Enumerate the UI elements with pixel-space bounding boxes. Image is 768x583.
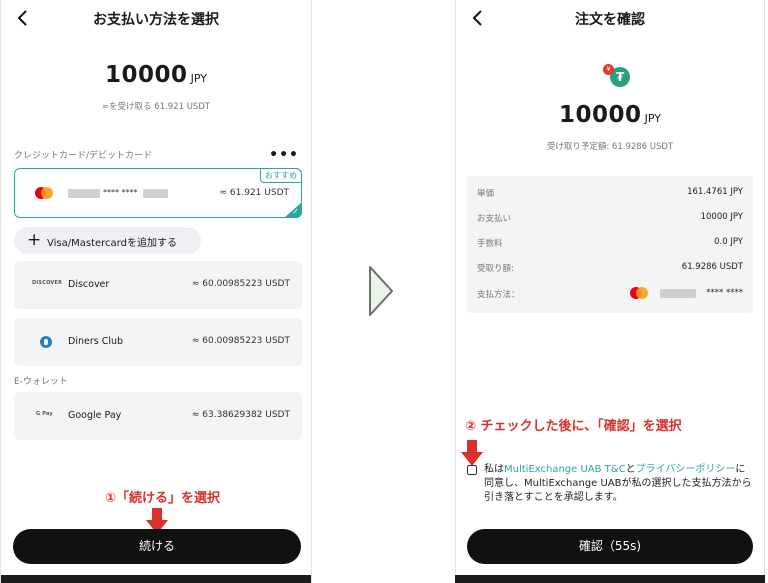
card-number-masked: **** ****: [103, 188, 138, 197]
selected-card-option[interactable]: おすすめ **** **** ≈ 61.921 USDT ✓: [14, 168, 302, 218]
plus-icon: +: [27, 230, 42, 250]
tether-coin-icon: ₮ ¥: [603, 63, 630, 89]
payment-option-estimate: ≈ 63.38629382 USDT: [191, 410, 290, 420]
card-estimate: ≈ 61.921 USDT: [219, 188, 289, 198]
payment-option-name: Discover: [68, 279, 110, 290]
header: お支払い方法を選択: [1, 6, 311, 32]
ewallet-section-label: E-ウォレット: [14, 377, 68, 387]
amount-display: 10000 JPY: [1, 62, 311, 88]
diners-club-icon: [40, 336, 52, 348]
amount-value: 10000: [105, 62, 188, 88]
masked-card-block: [143, 189, 168, 198]
recommended-badge: おすすめ: [260, 168, 302, 183]
amount-currency: JPY: [190, 72, 207, 85]
header: 注文を確認: [456, 6, 764, 32]
check-icon: ✓: [292, 207, 299, 216]
terms-link[interactable]: MultiExchange UAB T&C: [504, 464, 626, 475]
payment-method-screen: お支払い方法を選択 10000 JPY ≈を受け取る 61.921 USDT クレ…: [0, 0, 312, 583]
payment-option-name: Diners Club: [68, 336, 124, 347]
card-section-label: クレジットカード/デビットカード: [14, 151, 153, 161]
google-pay-icon: G Pay: [36, 411, 53, 417]
mastercard-icon: [35, 187, 53, 199]
step-1-instruction: ①「続ける」を選択: [105, 491, 221, 506]
discover-icon: DISCOVER: [32, 280, 63, 286]
more-dots-icon[interactable]: •••: [269, 147, 299, 163]
page-title: 注文を確認: [575, 12, 645, 28]
payment-option-name: Google Pay: [68, 410, 122, 421]
add-card-button[interactable]: + Visa/Mastercardを追加する: [14, 227, 201, 254]
payment-option-google-pay[interactable]: G Pay Google Pay ≈ 63.38629382 USDT: [14, 392, 302, 440]
add-card-label: Visa/Mastercardを追加する: [47, 238, 177, 249]
continue-button[interactable]: 続ける: [13, 529, 301, 564]
payment-option-diners[interactable]: Diners Club ≈ 60.00985223 USDT: [14, 318, 302, 366]
masked-card-block: [68, 189, 100, 198]
bottom-bar: [1, 575, 311, 583]
next-step-arrow-icon: [369, 266, 393, 316]
confirm-button[interactable]: 確認（55s): [467, 529, 753, 564]
payment-option-discover[interactable]: DISCOVER Discover ≈ 60.00985223 USDT: [14, 261, 302, 309]
agree-checkbox[interactable]: [467, 465, 477, 475]
payment-option-estimate: ≈ 60.00985223 USDT: [191, 336, 290, 346]
page-title: お支払い方法を選択: [93, 12, 219, 28]
privacy-policy-link[interactable]: プライバシーポリシー: [636, 464, 736, 475]
receive-estimate: ≈を受け取る 61.921 USDT: [101, 102, 211, 112]
payment-option-estimate: ≈ 60.00985223 USDT: [191, 279, 290, 289]
tutorial-canvas: お支払い方法を選択 10000 JPY ≈を受け取る 61.921 USDT クレ…: [0, 0, 768, 583]
